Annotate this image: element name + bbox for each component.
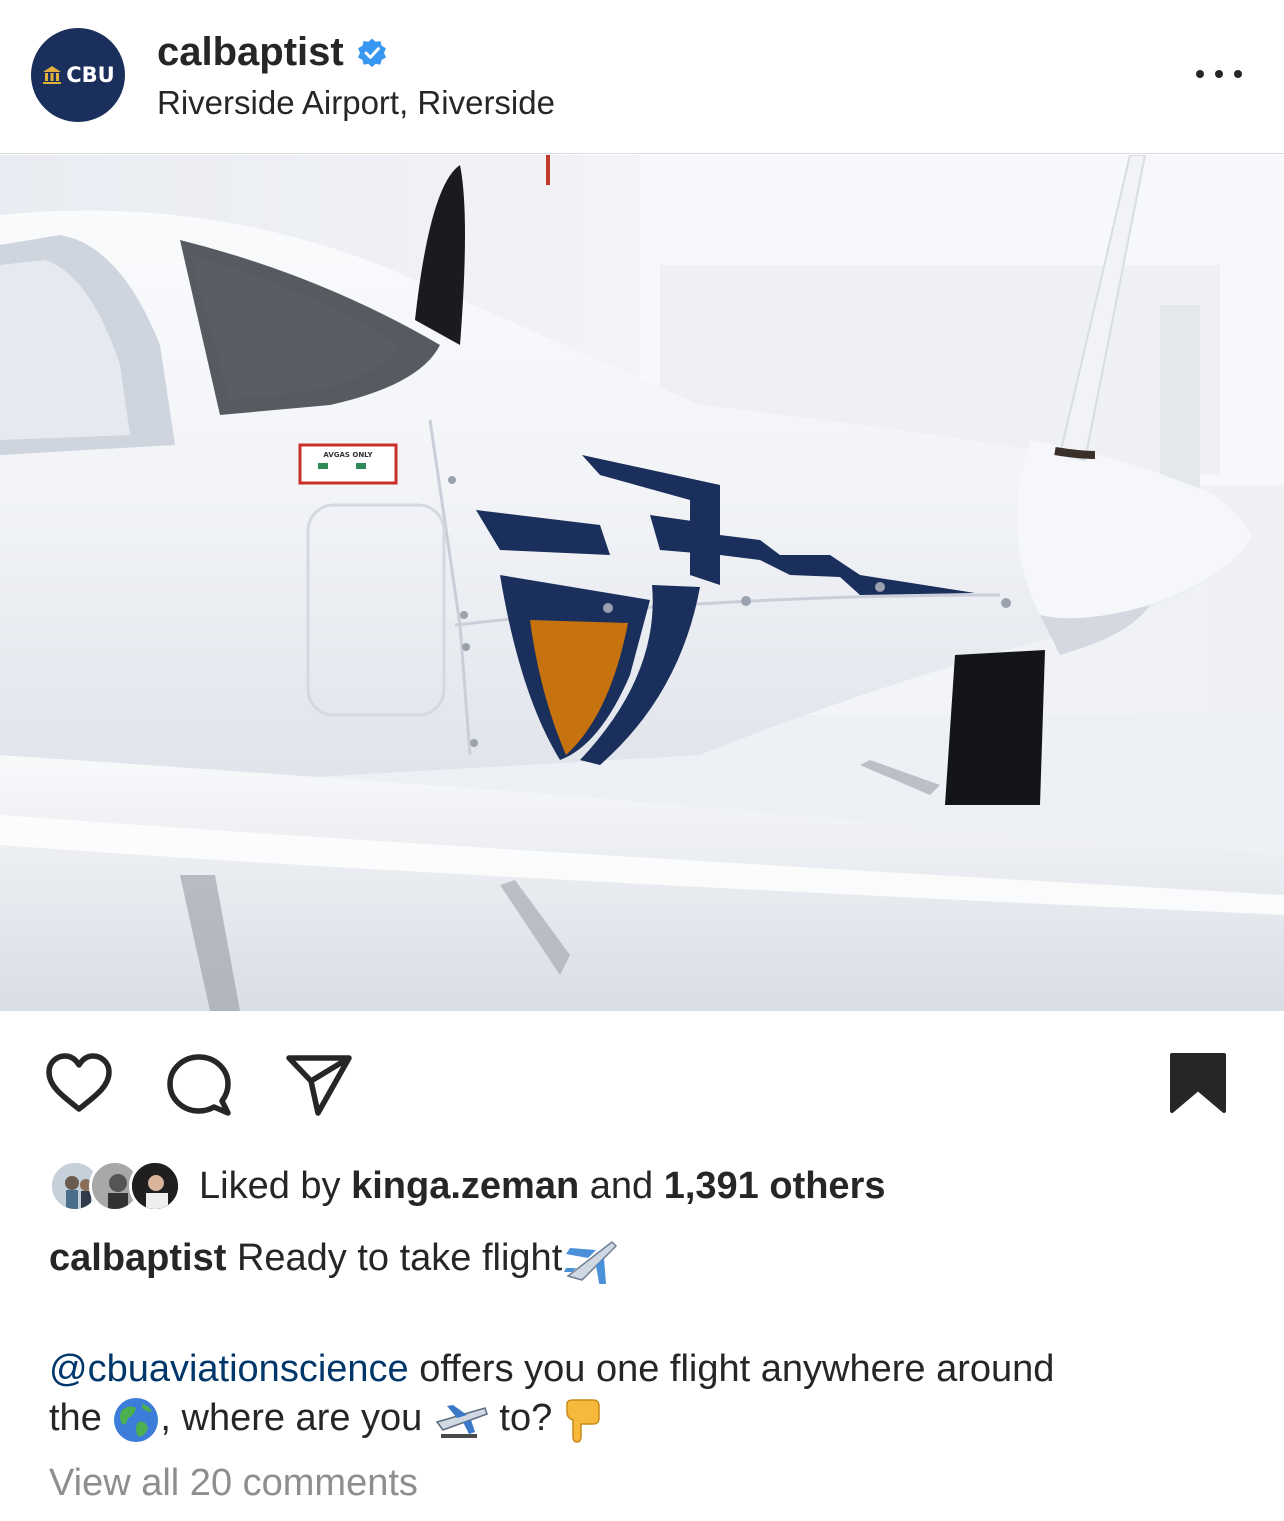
bookmark-icon[interactable] xyxy=(1168,1051,1228,1115)
share-icon[interactable] xyxy=(284,1051,354,1119)
avatar[interactable]: CBU xyxy=(31,28,125,122)
liker-avatars[interactable] xyxy=(49,1158,181,1214)
building-icon xyxy=(43,66,62,84)
liker-username[interactable]: kinga.zeman xyxy=(351,1165,579,1207)
more-options-icon[interactable] xyxy=(1196,60,1242,88)
mention-link[interactable]: @cbuaviationscience xyxy=(49,1348,409,1390)
username[interactable]: calbaptist xyxy=(157,30,344,75)
cbu-logo: CBU xyxy=(41,63,115,87)
caption-text: Ready to take flight xyxy=(226,1237,563,1279)
comment-icon[interactable] xyxy=(164,1051,234,1119)
caption: calbaptist Ready to take flight xyxy=(49,1234,1239,1284)
view-comments-link[interactable]: View all 20 comments xyxy=(49,1462,418,1505)
post-photo[interactable]: AVGAS ONLY xyxy=(0,155,1284,1011)
liker-avatar xyxy=(129,1160,181,1212)
caption-username[interactable]: calbaptist xyxy=(49,1237,226,1279)
avatar-text: CBU xyxy=(66,63,115,87)
globe-icon xyxy=(114,1397,159,1442)
location-link[interactable]: Riverside Airport, Riverside xyxy=(157,84,555,122)
avgas-label: AVGAS ONLY xyxy=(323,451,373,459)
username-row: calbaptist xyxy=(157,30,388,75)
pointing-down-icon xyxy=(566,1399,600,1443)
airplane-photo: AVGAS ONLY xyxy=(0,155,1284,1011)
post-header: CBU calbaptist Riverside Airport, Rivers… xyxy=(0,0,1284,154)
action-bar xyxy=(0,1011,1284,1141)
others-count[interactable]: 1,391 others xyxy=(664,1165,886,1207)
airplane-icon xyxy=(564,1240,618,1284)
departing-airplane-icon xyxy=(435,1404,488,1438)
likes-row: Liked by kinga.zeman and 1,391 others xyxy=(49,1158,886,1214)
likes-count[interactable]: Liked by kinga.zeman and 1,391 others xyxy=(199,1165,886,1208)
verified-badge-icon xyxy=(357,38,386,67)
caption-body: @cbuaviationscience offers you one fligh… xyxy=(49,1345,1249,1444)
heart-icon[interactable] xyxy=(44,1051,114,1115)
